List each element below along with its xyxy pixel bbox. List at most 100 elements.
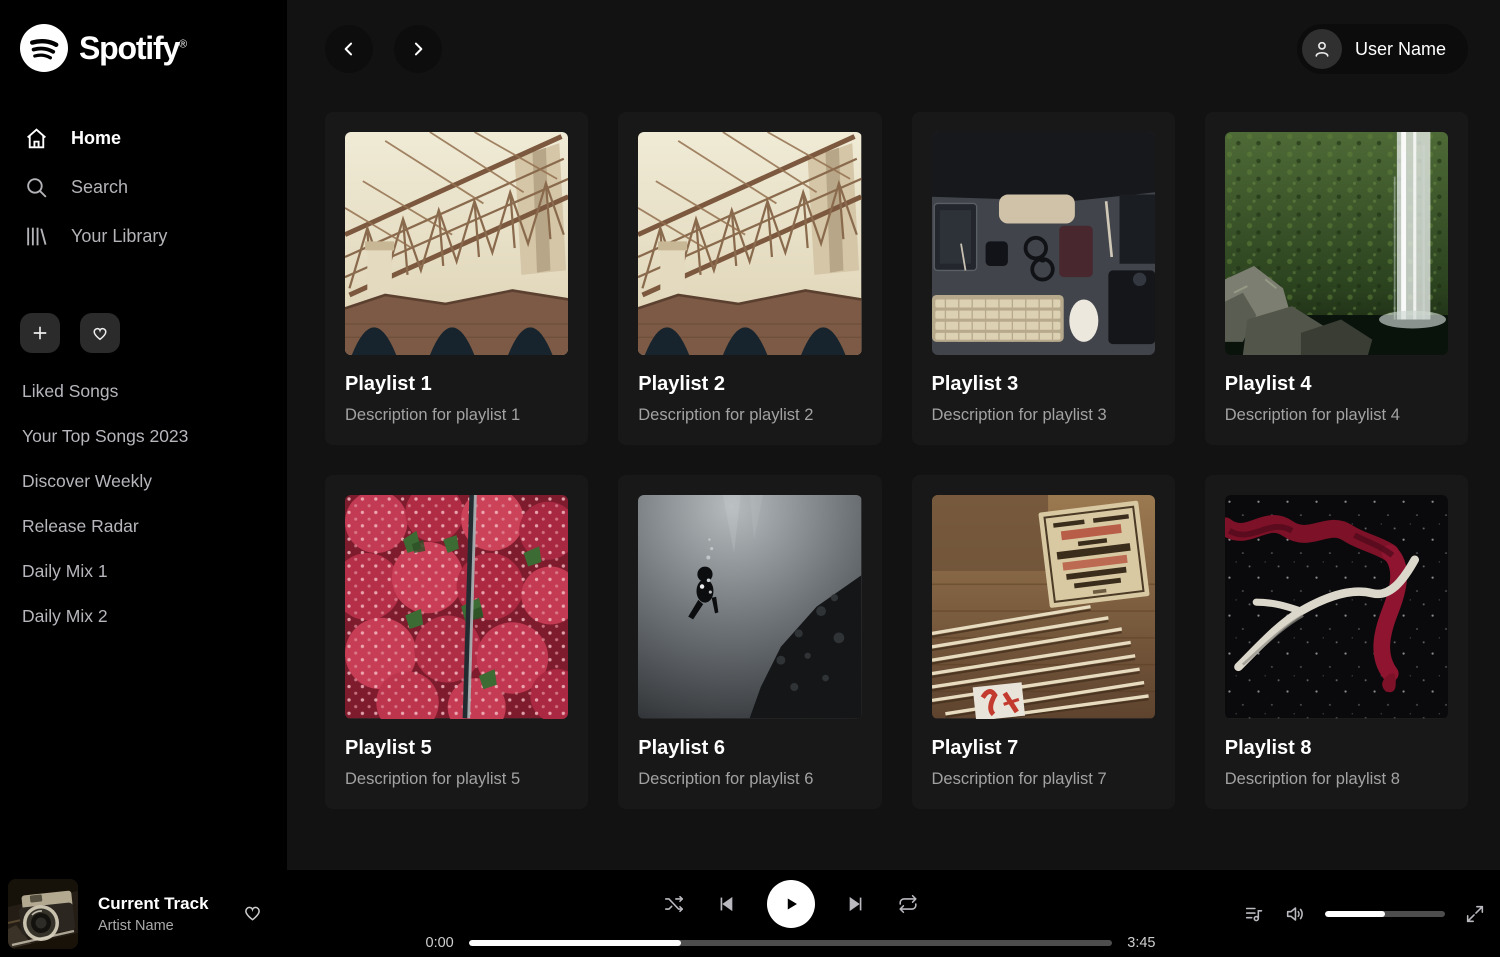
sidebar-playlist-list: Liked Songs Your Top Songs 2023 Discover… xyxy=(20,369,269,639)
spotify-logo-icon xyxy=(20,24,68,72)
playlist-description: Description for playlist 4 xyxy=(1225,406,1448,425)
sidebar-playlist-release-radar[interactable]: Release Radar xyxy=(20,504,269,549)
playlist-description: Description for playlist 1 xyxy=(345,406,568,425)
volume-slider[interactable] xyxy=(1325,911,1445,917)
user-menu-button[interactable]: User Name xyxy=(1297,24,1468,74)
sidebar-nav: Home Search Your Library xyxy=(20,114,269,261)
topbar: User Name xyxy=(325,24,1468,74)
playlist-description: Description for playlist 2 xyxy=(638,406,861,425)
sidebar: Spotify® Home Search Your Library xyxy=(0,0,287,870)
sidebar-item-label: Search xyxy=(71,177,128,198)
player-bar: Current Track Artist Name xyxy=(0,870,1500,957)
now-playing-section: Current Track Artist Name xyxy=(8,879,380,949)
playlist-description: Description for playlist 7 xyxy=(932,770,1155,789)
plus-icon xyxy=(30,323,50,343)
playlist-title: Playlist 6 xyxy=(638,737,861,760)
playlist-description: Description for playlist 5 xyxy=(345,770,568,789)
sidebar-item-label: Your Library xyxy=(71,226,167,247)
playlist-cover-art xyxy=(1225,132,1448,355)
playlist-description: Description for playlist 3 xyxy=(932,406,1155,425)
sidebar-item-home[interactable]: Home xyxy=(20,114,269,163)
playlist-card-7[interactable]: Playlist 7 Description for playlist 7 xyxy=(912,475,1175,808)
play-icon xyxy=(780,893,802,915)
shuffle-button[interactable] xyxy=(663,893,685,915)
playlist-card-3[interactable]: Playlist 3 Description for playlist 3 xyxy=(912,112,1175,445)
sidebar-item-your-library[interactable]: Your Library xyxy=(20,212,269,261)
sidebar-actions xyxy=(20,313,269,353)
heart-icon xyxy=(241,901,264,924)
track-meta: Current Track Artist Name xyxy=(98,894,209,934)
total-time-label: 3:45 xyxy=(1127,935,1155,951)
registered-mark: ® xyxy=(179,38,186,50)
app-title: Spotify® xyxy=(79,30,186,67)
sidebar-playlist-discover-weekly[interactable]: Discover Weekly xyxy=(20,459,269,504)
playlist-card-5[interactable]: Playlist 5 Description for playlist 5 xyxy=(325,475,588,808)
queue-button[interactable] xyxy=(1243,903,1265,925)
like-track-button[interactable] xyxy=(241,901,264,927)
playlist-cover-art xyxy=(638,495,861,718)
elapsed-time-label: 0:00 xyxy=(426,935,454,951)
app-window: Spotify® Home Search Your Library xyxy=(0,0,1500,870)
skip-previous-icon xyxy=(715,893,737,915)
library-icon xyxy=(24,224,49,249)
shuffle-icon xyxy=(663,893,685,915)
playlist-cover-art xyxy=(1225,495,1448,718)
volume-button[interactable] xyxy=(1284,903,1306,925)
playlist-title: Playlist 5 xyxy=(345,737,568,760)
sidebar-item-label: Home xyxy=(71,128,121,149)
main-content: User Name xyxy=(287,0,1500,870)
queue-icon xyxy=(1243,903,1265,925)
playlist-card-6[interactable]: Playlist 6 Description for playlist 6 xyxy=(618,475,881,808)
previous-track-button[interactable] xyxy=(715,893,737,915)
playlist-card-8[interactable]: Playlist 8 Description for playlist 8 xyxy=(1205,475,1468,808)
seek-bar[interactable] xyxy=(469,940,1113,946)
repeat-button[interactable] xyxy=(897,893,919,915)
chevron-right-icon xyxy=(408,39,428,59)
playlist-description: Description for playlist 6 xyxy=(638,770,861,789)
navigate-back-button[interactable] xyxy=(325,25,373,73)
progress-fill xyxy=(469,940,681,946)
track-artist: Artist Name xyxy=(98,918,209,934)
sidebar-playlist-your-top-songs-2023[interactable]: Your Top Songs 2023 xyxy=(20,414,269,459)
create-playlist-button[interactable] xyxy=(20,313,60,353)
playlist-title: Playlist 4 xyxy=(1225,373,1448,396)
sidebar-item-search[interactable]: Search xyxy=(20,163,269,212)
home-icon xyxy=(24,126,49,151)
playback-section: 0:00 3:45 xyxy=(380,876,1201,951)
playlist-cover-art xyxy=(345,132,568,355)
playlist-cover-art xyxy=(345,495,568,718)
volume-fill xyxy=(1325,911,1385,917)
fullscreen-button[interactable] xyxy=(1464,903,1486,925)
track-title: Current Track xyxy=(98,894,209,914)
skip-next-icon xyxy=(845,893,867,915)
playlist-title: Playlist 2 xyxy=(638,373,861,396)
next-track-button[interactable] xyxy=(845,893,867,915)
navigate-forward-button[interactable] xyxy=(394,25,442,73)
playlist-description: Description for playlist 8 xyxy=(1225,770,1448,789)
playlist-card-2[interactable]: Playlist 2 Description for playlist 2 xyxy=(618,112,881,445)
play-button[interactable] xyxy=(767,880,815,928)
playlist-card-4[interactable]: Playlist 4 Description for playlist 4 xyxy=(1205,112,1468,445)
playlist-cover-art xyxy=(638,132,861,355)
user-icon xyxy=(1311,38,1333,60)
sidebar-playlist-liked-songs[interactable]: Liked Songs xyxy=(20,369,269,414)
playlist-grid: Playlist 1 Description for playlist 1 xyxy=(325,112,1468,809)
playlist-title: Playlist 1 xyxy=(345,373,568,396)
user-name-label: User Name xyxy=(1355,39,1446,60)
playlist-title: Playlist 3 xyxy=(932,373,1155,396)
album-art xyxy=(8,879,78,949)
sidebar-playlist-daily-mix-1[interactable]: Daily Mix 1 xyxy=(20,549,269,594)
heart-icon xyxy=(90,323,110,343)
expand-icon xyxy=(1464,903,1486,925)
playlist-card-1[interactable]: Playlist 1 Description for playlist 1 xyxy=(325,112,588,445)
playlist-title: Playlist 8 xyxy=(1225,737,1448,760)
chevron-left-icon xyxy=(339,39,359,59)
spotify-logo: Spotify® xyxy=(20,24,269,72)
progress-row: 0:00 3:45 xyxy=(426,935,1156,951)
volume-icon xyxy=(1284,903,1306,925)
player-options-section xyxy=(1201,903,1486,925)
avatar xyxy=(1302,29,1342,69)
sidebar-playlist-daily-mix-2[interactable]: Daily Mix 2 xyxy=(20,594,269,639)
liked-songs-button[interactable] xyxy=(80,313,120,353)
playback-controls xyxy=(663,880,919,928)
